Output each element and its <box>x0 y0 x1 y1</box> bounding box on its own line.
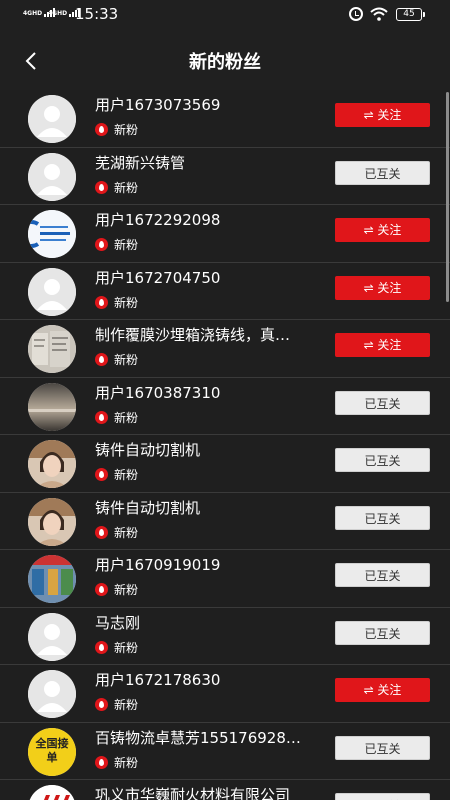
fan-row[interactable]: 用户1670919019 新粉 已互关 <box>0 550 450 608</box>
status-bar: 4GHD 4GHD 15:33 45 <box>0 0 450 30</box>
avatar[interactable] <box>28 497 76 546</box>
fan-name: 用户1672704750 <box>95 268 221 287</box>
fan-name: 用户1670919019 <box>95 556 221 574</box>
avatar[interactable] <box>28 612 76 661</box>
avatar[interactable]: 全国接单 <box>28 727 76 776</box>
fan-row[interactable]: 用户1672704750 新粉 ⇌ 关注 <box>0 263 450 320</box>
avatar[interactable] <box>28 382 76 431</box>
fan-row[interactable]: 用户1672178630 新粉 ⇌ 关注 <box>0 665 450 723</box>
badge-label: 新粉 <box>114 410 139 425</box>
fire-icon <box>95 410 108 424</box>
mutual-follow-button[interactable]: 已互关 <box>335 390 430 415</box>
fire-icon <box>95 698 108 711</box>
badge-label: 新粉 <box>114 640 139 655</box>
follow-button[interactable]: ⇌ 关注 <box>335 103 430 127</box>
fan-row[interactable]: 全国接单 百铸物流卓慧芳155176928… 新粉 已互关 <box>0 723 450 780</box>
badge-label: 新粉 <box>114 468 139 482</box>
avatar[interactable] <box>28 555 76 603</box>
fan-name: 巩义市华巍耐火材料有限公司 <box>95 786 291 800</box>
battery-icon: 45 <box>396 8 425 21</box>
avatar[interactable] <box>28 95 76 143</box>
page-title: 新的粉丝 <box>189 52 261 73</box>
mutual-follow-button[interactable]: 已互关 <box>335 793 430 800</box>
fan-row[interactable]: 铸件自动切割机新粉 已互关 <box>0 435 450 493</box>
badge-label: 新粉 <box>114 583 139 597</box>
follow-button[interactable]: ⇌ 关注 <box>335 218 430 242</box>
mutual-follow-button[interactable]: 已互关 <box>335 160 430 185</box>
fire-icon <box>95 640 108 654</box>
wifi-icon <box>370 7 388 21</box>
avatar[interactable] <box>28 670 76 718</box>
mutual-follow-button[interactable]: 已互关 <box>335 735 430 760</box>
fan-row[interactable]: 用户1672292098 新粉 ⇌ 关注 <box>0 205 450 263</box>
mutual-follow-button[interactable]: 已互关 <box>335 448 430 472</box>
fan-row[interactable]: 芜湖新兴铸管新粉 已互关 <box>0 148 450 205</box>
avatar-text: 全国接单 <box>35 736 69 764</box>
fan-row[interactable]: 马志刚新粉 已互关 <box>0 608 450 665</box>
badge-label: 新粉 <box>114 353 139 367</box>
badge-label: 新粉 <box>114 180 139 195</box>
badge-label: 新粉 <box>114 123 139 137</box>
follow-button[interactable]: ⇌ 关注 <box>335 333 430 357</box>
fan-row[interactable]: 用户1673073569 新粉 ⇌ 关注 <box>0 90 450 148</box>
status-time: 15:33 <box>75 5 119 23</box>
fan-name: 用户1673073569 <box>95 96 221 114</box>
fan-row[interactable]: 制作覆膜沙埋箱浇铸线，真… 新粉 ⇌ 关注 <box>0 320 450 378</box>
mutual-follow-button[interactable]: 已互关 <box>335 620 430 645</box>
fan-name: 铸件自动切割机 <box>95 441 201 459</box>
signal-label: 4GHD <box>48 10 68 17</box>
fire-icon <box>95 295 108 309</box>
fire-icon <box>95 123 108 136</box>
fire-icon <box>95 353 108 366</box>
fire-icon <box>95 525 108 539</box>
alarm-icon <box>349 7 363 21</box>
fire-icon <box>95 755 108 769</box>
badge-label: 新粉 <box>114 755 139 770</box>
fire-icon <box>95 468 108 481</box>
avatar[interactable] <box>28 440 76 488</box>
fire-icon <box>95 583 108 596</box>
badge-label: 新粉 <box>114 295 139 310</box>
fan-name: 马志刚 <box>95 613 141 632</box>
mutual-follow-button[interactable]: 已互关 <box>335 505 430 530</box>
avatar[interactable] <box>28 325 76 373</box>
fire-icon <box>95 180 108 194</box>
fan-row[interactable]: 铸件自动切割机新粉 已互关 <box>0 493 450 550</box>
app-header: 新的粉丝 <box>0 30 450 90</box>
fan-name: 铸件自动切割机 <box>95 498 201 517</box>
fan-name: 芜湖新兴铸管 <box>95 153 186 172</box>
fan-name: 用户1672292098 <box>95 211 221 229</box>
fan-row[interactable]: 巩义市华巍耐火材料有限公司新粉已互关 <box>0 780 450 800</box>
fan-name: 制作覆膜沙埋箱浇铸线，真… <box>95 326 291 344</box>
signal-label: 4GHD <box>23 10 43 17</box>
fan-list: 用户1673073569 新粉 ⇌ 关注 芜湖新兴铸管 新粉 已互关 用户167229209… <box>0 90 450 800</box>
fan-name: 百铸物流卓慧芳155176928… <box>95 728 301 747</box>
scrollbar[interactable] <box>446 92 449 302</box>
fire-icon <box>95 238 108 251</box>
fan-name: 用户1670387310 <box>95 383 221 402</box>
follow-button[interactable]: ⇌ 关注 <box>335 678 430 702</box>
avatar[interactable] <box>28 267 76 316</box>
avatar[interactable] <box>28 210 76 258</box>
mutual-follow-button[interactable]: 已互关 <box>335 563 430 587</box>
badge-label: 新粉 <box>114 238 139 252</box>
follow-button[interactable]: ⇌ 关注 <box>335 275 430 300</box>
badge-label: 新粉 <box>114 525 139 540</box>
badge-label: 新粉 <box>114 698 139 712</box>
fan-name: 用户1672178630 <box>95 671 221 689</box>
avatar[interactable] <box>28 785 76 800</box>
fan-row[interactable]: 用户1670387310 新粉 已互关 <box>0 378 450 435</box>
avatar[interactable] <box>28 152 76 201</box>
